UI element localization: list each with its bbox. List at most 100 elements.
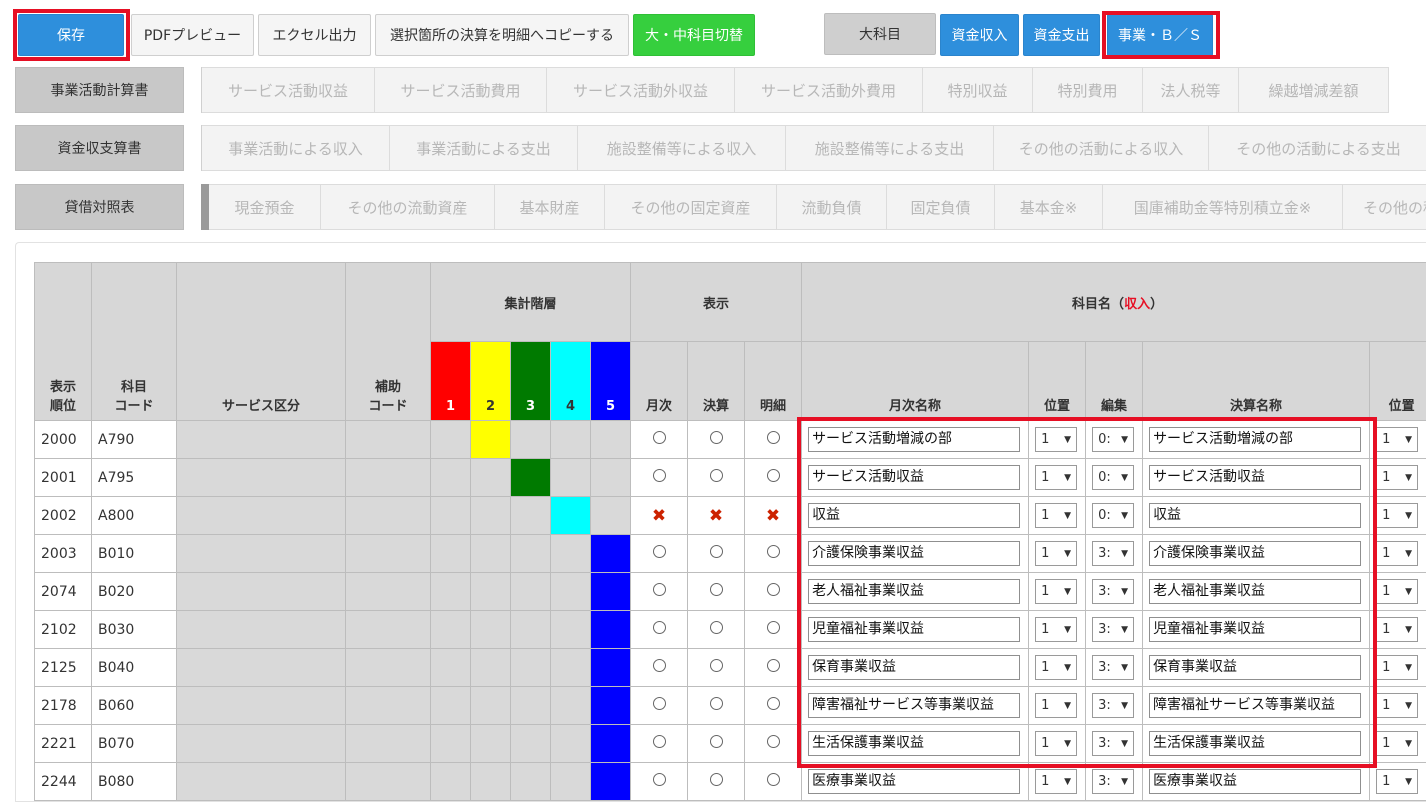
monthly-name-input[interactable]: 障害福祉サービス等事業収益	[808, 693, 1020, 718]
position-2-select[interactable]: 1▼	[1376, 427, 1418, 452]
position-select[interactable]: 1▼	[1035, 731, 1077, 756]
category-tab[interactable]: 施設整備等による収入	[578, 125, 786, 171]
position-select[interactable]: 1▼	[1035, 693, 1077, 718]
radio-button[interactable]	[767, 431, 780, 444]
display-monthly-cell[interactable]	[631, 687, 688, 725]
radio-button[interactable]	[653, 545, 666, 558]
position-select[interactable]: 1▼	[1035, 617, 1077, 642]
monthly-name-input[interactable]: 収益	[808, 503, 1020, 528]
radio-button[interactable]	[710, 773, 723, 786]
display-settlement-cell[interactable]	[688, 573, 745, 611]
display-detail-cell[interactable]: ✖	[745, 497, 802, 535]
position-select[interactable]: 1▼	[1035, 579, 1077, 604]
settlement-name-input[interactable]: 保育事業収益	[1149, 655, 1361, 680]
radio-button[interactable]	[767, 469, 780, 482]
display-settlement-cell[interactable]	[688, 725, 745, 763]
category-tab[interactable]: 施設整備等による支出	[786, 125, 994, 171]
display-settlement-cell[interactable]	[688, 763, 745, 801]
table-row[interactable]: 2000A790サービス活動増減の部1▼0:▼サービス活動増減の部1▼	[35, 421, 1426, 459]
category-tab[interactable]: 基本金※	[995, 184, 1103, 230]
radio-button[interactable]	[767, 773, 780, 786]
radio-button[interactable]	[653, 621, 666, 634]
edit-select[interactable]: 0:▼	[1092, 503, 1134, 528]
radio-button[interactable]	[767, 697, 780, 710]
monthly-name-input[interactable]: サービス活動増減の部	[808, 427, 1020, 452]
position-select[interactable]: 1▼	[1035, 769, 1077, 794]
section-label-activity[interactable]: 事業活動計算書	[15, 67, 184, 113]
radio-button[interactable]	[767, 659, 780, 672]
category-tab[interactable]: サービス活動費用	[375, 67, 547, 113]
section-label-balance[interactable]: 貸借対照表	[15, 184, 184, 230]
radio-button[interactable]	[767, 545, 780, 558]
category-tab[interactable]: その他の活動による収入	[994, 125, 1209, 171]
display-settlement-cell[interactable]	[688, 649, 745, 687]
edit-select[interactable]: 3:▼	[1092, 693, 1134, 718]
display-monthly-cell[interactable]	[631, 725, 688, 763]
settlement-name-input[interactable]: 収益	[1149, 503, 1361, 528]
radio-button[interactable]	[767, 583, 780, 596]
display-settlement-cell[interactable]	[688, 421, 745, 459]
table-row[interactable]: 2221B070生活保護事業収益1▼3:▼生活保護事業収益1▼	[35, 725, 1426, 763]
table-row[interactable]: 2178B060障害福祉サービス等事業収益1▼3:▼障害福祉サービス等事業収益1…	[35, 687, 1426, 725]
table-row[interactable]: 2125B040保育事業収益1▼3:▼保育事業収益1▼	[35, 649, 1426, 687]
radio-button[interactable]	[653, 431, 666, 444]
table-row[interactable]: 2074B020老人福祉事業収益1▼3:▼老人福祉事業収益1▼	[35, 573, 1426, 611]
edit-select[interactable]: 0:▼	[1092, 465, 1134, 490]
settlement-name-input[interactable]: 介護保険事業収益	[1149, 541, 1361, 566]
display-settlement-cell[interactable]	[688, 611, 745, 649]
radio-button[interactable]	[710, 735, 723, 748]
display-detail-cell[interactable]	[745, 611, 802, 649]
display-monthly-cell[interactable]: ✖	[631, 497, 688, 535]
radio-button[interactable]	[710, 659, 723, 672]
monthly-name-input[interactable]: 老人福祉事業収益	[808, 579, 1020, 604]
category-tab[interactable]: その他の流動資産	[321, 184, 495, 230]
position-2-select[interactable]: 1▼	[1376, 541, 1418, 566]
position-select[interactable]: 1▼	[1035, 503, 1077, 528]
settlement-name-input[interactable]: 児童福祉事業収益	[1149, 617, 1361, 642]
category-tab[interactable]: 特別費用	[1033, 67, 1143, 113]
excel-export-button[interactable]: エクセル出力	[258, 14, 371, 56]
display-detail-cell[interactable]	[745, 725, 802, 763]
radio-button[interactable]	[710, 583, 723, 596]
category-tab[interactable]: その他の積	[1343, 184, 1426, 230]
position-select[interactable]: 1▼	[1035, 541, 1077, 566]
display-monthly-cell[interactable]	[631, 649, 688, 687]
settlement-name-input[interactable]: サービス活動増減の部	[1149, 427, 1361, 452]
display-detail-cell[interactable]	[745, 573, 802, 611]
position-2-select[interactable]: 1▼	[1376, 465, 1418, 490]
position-2-select[interactable]: 1▼	[1376, 655, 1418, 680]
business-bs-button[interactable]: 事業・Ｂ／Ｓ	[1107, 14, 1213, 56]
radio-button[interactable]	[710, 697, 723, 710]
monthly-name-input[interactable]: 生活保護事業収益	[808, 731, 1020, 756]
toggle-subject-button[interactable]: 大・中科目切替	[633, 14, 755, 56]
category-tab[interactable]: 基本財産	[495, 184, 605, 230]
display-detail-cell[interactable]	[745, 535, 802, 573]
display-detail-cell[interactable]	[745, 687, 802, 725]
display-monthly-cell[interactable]	[631, 535, 688, 573]
radio-button[interactable]	[653, 659, 666, 672]
display-monthly-cell[interactable]	[631, 573, 688, 611]
table-row[interactable]: 2102B030児童福祉事業収益1▼3:▼児童福祉事業収益1▼	[35, 611, 1426, 649]
category-tab[interactable]: サービス活動外収益	[547, 67, 735, 113]
monthly-name-input[interactable]: 医療事業収益	[808, 769, 1020, 794]
monthly-name-input[interactable]: 介護保険事業収益	[808, 541, 1020, 566]
edit-select[interactable]: 3:▼	[1092, 617, 1134, 642]
display-monthly-cell[interactable]	[631, 421, 688, 459]
display-settlement-cell[interactable]	[688, 459, 745, 497]
display-settlement-cell[interactable]	[688, 687, 745, 725]
monthly-name-input[interactable]: サービス活動収益	[808, 465, 1020, 490]
radio-button[interactable]	[653, 583, 666, 596]
major-subject-button[interactable]: 大科目	[824, 13, 936, 55]
fund-income-button[interactable]: 資金収入	[940, 14, 1019, 56]
settlement-name-input[interactable]: 老人福祉事業収益	[1149, 579, 1361, 604]
radio-button[interactable]	[710, 469, 723, 482]
category-tab[interactable]: 固定負債	[887, 184, 995, 230]
display-detail-cell[interactable]	[745, 763, 802, 801]
category-tab[interactable]: 特別収益	[923, 67, 1033, 113]
radio-button[interactable]	[653, 697, 666, 710]
display-detail-cell[interactable]	[745, 649, 802, 687]
radio-button[interactable]	[767, 621, 780, 634]
radio-button[interactable]	[653, 469, 666, 482]
edit-select[interactable]: 3:▼	[1092, 655, 1134, 680]
position-2-select[interactable]: 1▼	[1376, 503, 1418, 528]
